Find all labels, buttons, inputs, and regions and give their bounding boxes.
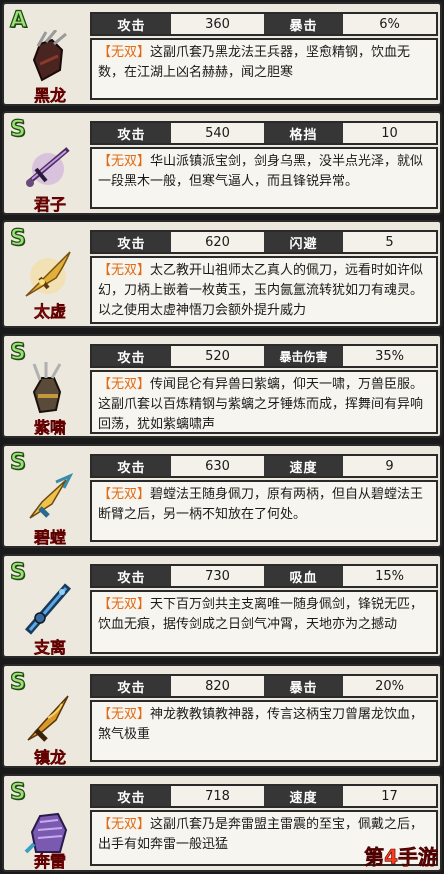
weapon-name: 黑龙 — [33, 86, 66, 105]
stat1-value: 360 — [205, 16, 230, 32]
weapon-name: 碧螳 — [33, 528, 66, 547]
golden-blade-icon — [12, 248, 86, 302]
weapon-description: 【无双】天下百万剑共主支离唯一随身佩剑，锋锐无匹，饮血无痕，据传剑成之日剑气冲霄… — [90, 590, 438, 654]
stats-bar: 攻击 520 暴击伤害 35% — [90, 344, 438, 368]
weapon-description: 【无双】传闻昆仑有异兽曰紫螭，仰天一啸，万兽臣服。这副爪套以百炼精钢与紫螭之牙锤… — [90, 370, 438, 434]
stats-bar: 攻击 820 暴击 20% — [90, 674, 438, 698]
weapon-description: 【无双】碧螳法王随身佩刀，原有两柄，但自从碧螳法王断臂之后，另一柄不知放在了何处… — [90, 480, 438, 542]
weapon-card-taixu[interactable]: S 太虚 攻击 620 闪避 5 【无双】太乙教开山祖师太乙真人的佩刀，远看时如… — [2, 220, 442, 328]
weapon-card-heilong[interactable]: A 黑龙 攻击 360 暴击 6% 【无双】这副爪套乃黑龙法王兵器，坚愈精钢，饮… — [2, 2, 442, 106]
wushuang-tag: 【无双】 — [98, 487, 151, 502]
wushuang-tag: 【无双】 — [98, 154, 151, 169]
stat2-label: 暴击伤害 — [264, 346, 344, 366]
weapon-card-zhili[interactable]: S 支离 攻击 730 吸血 15% 【无双】天下百万剑共主支离唯一随身佩剑，锋… — [2, 554, 442, 658]
weapon-description: 【无双】神龙教教镇教神器，传言这柄宝刀曾屠龙饮血，煞气极重 — [90, 700, 438, 762]
stat2-label: 暴击 — [264, 14, 344, 34]
weapon-card-zhenlong[interactable]: S 镇龙 攻击 820 暴击 20% 【无双】神龙教教镇教神器，传言这柄宝刀曾屠… — [2, 664, 442, 768]
stat1-label: 攻击 — [92, 346, 172, 366]
weapon-name: 镇龙 — [33, 748, 66, 767]
purple-claw-icon — [12, 362, 86, 416]
stat2-value: 15% — [375, 568, 404, 584]
weapon-description: 【无双】华山派镇派宝剑，剑身乌黑，没半点光泽，就似一段黑木一般，但寒气逼人，而且… — [90, 147, 438, 209]
wushuang-tag: 【无双】 — [98, 817, 151, 832]
stats-bar: 攻击 730 吸血 15% — [90, 564, 438, 588]
stat1-value: 718 — [205, 788, 230, 804]
stat2-value: 17 — [381, 788, 398, 804]
stat2-label: 吸血 — [264, 566, 344, 586]
stats-bar: 攻击 718 速度 17 — [90, 784, 438, 808]
weapon-name: 支离 — [33, 638, 66, 657]
purple-sword-icon — [12, 139, 86, 193]
weapon-card-zixiao[interactable]: S 紫啸 攻击 520 暴击伤害 35% 【无双】传闻昆仑有异兽曰紫螭，仰天一啸… — [2, 334, 442, 438]
stat1-value: 540 — [205, 125, 230, 141]
stat2-label: 速度 — [264, 786, 344, 806]
stat2-value: 20% — [375, 678, 404, 694]
stats-bar: 攻击 630 速度 9 — [90, 454, 438, 478]
watermark-logo: 第4手游 — [364, 845, 439, 870]
stat2-value: 35% — [375, 348, 404, 364]
stat2-label: 速度 — [264, 456, 344, 476]
stat1-label: 攻击 — [92, 786, 172, 806]
stat1-value: 630 — [205, 458, 230, 474]
wushuang-tag: 【无双】 — [98, 597, 151, 612]
weapon-card-bitang[interactable]: S 碧螳 攻击 630 速度 9 【无双】碧螳法王随身佩刀，原有两柄，但自从碧螳… — [2, 444, 442, 548]
stat2-value: 9 — [385, 458, 394, 474]
weapon-name: 太虚 — [33, 302, 66, 321]
weapon-name: 君子 — [33, 195, 66, 214]
stats-bar: 攻击 360 暴击 6% — [90, 12, 438, 36]
stat1-label: 攻击 — [92, 14, 172, 34]
stat1-label: 攻击 — [92, 232, 172, 252]
wushuang-tag: 【无双】 — [98, 263, 151, 278]
stat1-label: 攻击 — [92, 456, 172, 476]
blue-sword-icon — [12, 582, 86, 636]
stat1-label: 攻击 — [92, 123, 172, 143]
stat1-value: 520 — [205, 348, 230, 364]
weapon-description: 【无双】这副爪套乃黑龙法王兵器，坚愈精钢，饮血无数，在江湖上凶名赫赫，闻之胆寒 — [90, 38, 438, 100]
stat1-label: 攻击 — [92, 676, 172, 696]
stat2-value: 5 — [385, 234, 394, 250]
weapon-name: 紫啸 — [33, 418, 66, 437]
wushuang-tag: 【无双】 — [98, 377, 151, 392]
mantis-dagger-icon — [12, 472, 86, 526]
dragon-blade-icon — [12, 692, 86, 746]
stat2-label: 格挡 — [264, 123, 344, 143]
stat2-label: 暴击 — [264, 676, 344, 696]
wushuang-tag: 【无双】 — [98, 707, 151, 722]
wushuang-tag: 【无双】 — [98, 45, 151, 60]
claw-gauntlet-icon — [12, 29, 86, 84]
stats-bar: 攻击 620 闪避 5 — [90, 230, 438, 254]
weapon-name: 奔雷 — [33, 852, 66, 871]
stat1-label: 攻击 — [92, 566, 172, 586]
stat2-label: 闪避 — [264, 232, 344, 252]
stat1-value: 730 — [205, 568, 230, 584]
weapon-card-junzi[interactable]: S 君子 攻击 540 格挡 10 【无双】华山派镇派宝剑，剑身乌黑，没半点光泽… — [2, 111, 442, 215]
stat2-value: 10 — [381, 125, 398, 141]
stat1-value: 820 — [205, 678, 230, 694]
weapon-description: 【无双】太乙教开山祖师太乙真人的佩刀，远看时如许似幻，刀柄上嵌着一枚黄玉，玉内氤… — [90, 256, 438, 324]
stat2-value: 6% — [379, 16, 400, 32]
stat1-value: 620 — [205, 234, 230, 250]
stats-bar: 攻击 540 格挡 10 — [90, 121, 438, 145]
